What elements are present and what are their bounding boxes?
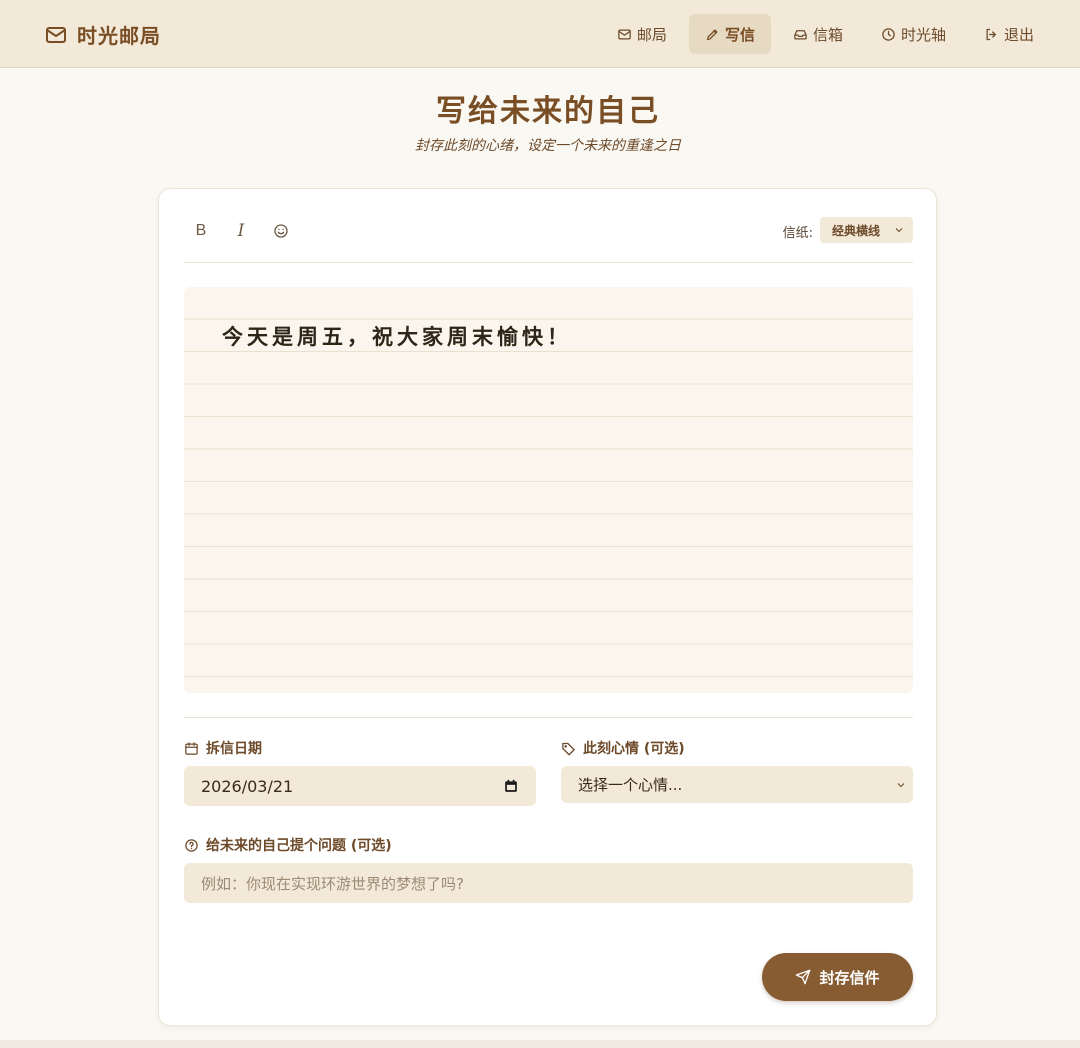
italic-icon: I bbox=[237, 221, 245, 241]
nav-label: 退出 bbox=[1003, 25, 1034, 44]
mail-icon bbox=[618, 29, 631, 39]
bold-button[interactable]: B bbox=[189, 219, 213, 243]
emoji-button[interactable] bbox=[269, 219, 293, 243]
bold-icon: B bbox=[195, 222, 207, 239]
top-navbar: 时光邮局 邮局 写信 信箱 时光轴 退出 bbox=[0, 0, 1080, 68]
mood-label: 此刻心情 (可选) bbox=[561, 738, 685, 758]
open-date-value: 2026/03/21 bbox=[201, 776, 294, 796]
tag-icon bbox=[562, 742, 575, 755]
calendar-icon bbox=[185, 741, 198, 755]
brand-logo[interactable]: 时光邮局 bbox=[44, 20, 161, 49]
divider bbox=[184, 717, 913, 718]
nav-label: 信箱 bbox=[812, 25, 843, 44]
mood-value: 选择一个心情... bbox=[578, 776, 683, 794]
nav-label: 写信 bbox=[724, 25, 755, 44]
seal-letter-label: 封存信件 bbox=[819, 968, 880, 987]
mail-icon bbox=[46, 26, 66, 43]
calendar-picker-icon[interactable] bbox=[504, 779, 518, 793]
seal-letter-button[interactable]: 封存信件 bbox=[762, 953, 913, 1001]
inbox-icon bbox=[794, 29, 807, 39]
open-date-label: 拆信日期 bbox=[184, 738, 262, 758]
nav-item-timeline[interactable]: 时光轴 bbox=[865, 14, 962, 54]
pen-icon bbox=[706, 29, 718, 40]
paper-style-value: 经典横线 bbox=[832, 223, 881, 238]
smile-icon bbox=[274, 224, 288, 238]
help-circle-icon bbox=[185, 838, 198, 852]
nav-item-write[interactable]: 写信 bbox=[688, 14, 771, 54]
nav-item-logout[interactable]: 退出 bbox=[968, 14, 1050, 54]
question-placeholder: 例如：你现在实现环游世界的梦想了吗? bbox=[201, 874, 464, 893]
nav-item-post-office[interactable]: 邮局 bbox=[601, 14, 683, 54]
bottom-strip bbox=[0, 1040, 1080, 1048]
nav-item-inbox[interactable]: 信箱 bbox=[777, 14, 859, 54]
clock-icon bbox=[882, 27, 895, 41]
paper-style-label: 信纸: bbox=[782, 226, 813, 241]
mood-label-text: 此刻心情 (可选) bbox=[583, 741, 685, 757]
brand-name: 时光邮局 bbox=[77, 24, 161, 48]
main-nav: 邮局 写信 信箱 时光轴 退出 bbox=[601, 14, 1050, 54]
open-date-label-text: 拆信日期 bbox=[206, 741, 262, 757]
page-subtitle: 封存此刻的心绪，设定一个未来的重逢之日 bbox=[415, 138, 681, 154]
nav-label: 邮局 bbox=[636, 25, 667, 44]
logout-icon bbox=[986, 28, 996, 40]
chevron-down-icon bbox=[897, 783, 905, 788]
question-input[interactable]: 例如：你现在实现环游世界的梦想了吗? bbox=[184, 863, 913, 903]
letter-editor[interactable]: 今天是周五，祝大家周末愉快！ bbox=[184, 287, 913, 693]
letter-content: 今天是周五，祝大家周末愉快！ bbox=[222, 324, 572, 349]
italic-button[interactable]: I bbox=[229, 219, 253, 243]
send-icon bbox=[796, 969, 811, 985]
paper-style-select[interactable]: 经典横线 bbox=[820, 217, 913, 243]
mood-select[interactable]: 选择一个心情... bbox=[561, 766, 913, 803]
editor-toolbar: B I 信纸: 经典横线 bbox=[184, 213, 913, 263]
question-label: 给未来的自己提个问题 (可选) bbox=[184, 835, 392, 855]
nav-label: 时光轴 bbox=[900, 25, 946, 44]
open-date-input[interactable]: 2026/03/21 bbox=[184, 766, 536, 806]
question-label-text: 给未来的自己提个问题 (可选) bbox=[206, 838, 392, 854]
chevron-down-icon bbox=[895, 228, 903, 233]
letter-card: B I 信纸: 经典横线 今天是周五，祝大家周末愉快！ 拆信日期 2026/03… bbox=[158, 188, 937, 1026]
page-title: 写给未来的自己 bbox=[436, 94, 660, 129]
